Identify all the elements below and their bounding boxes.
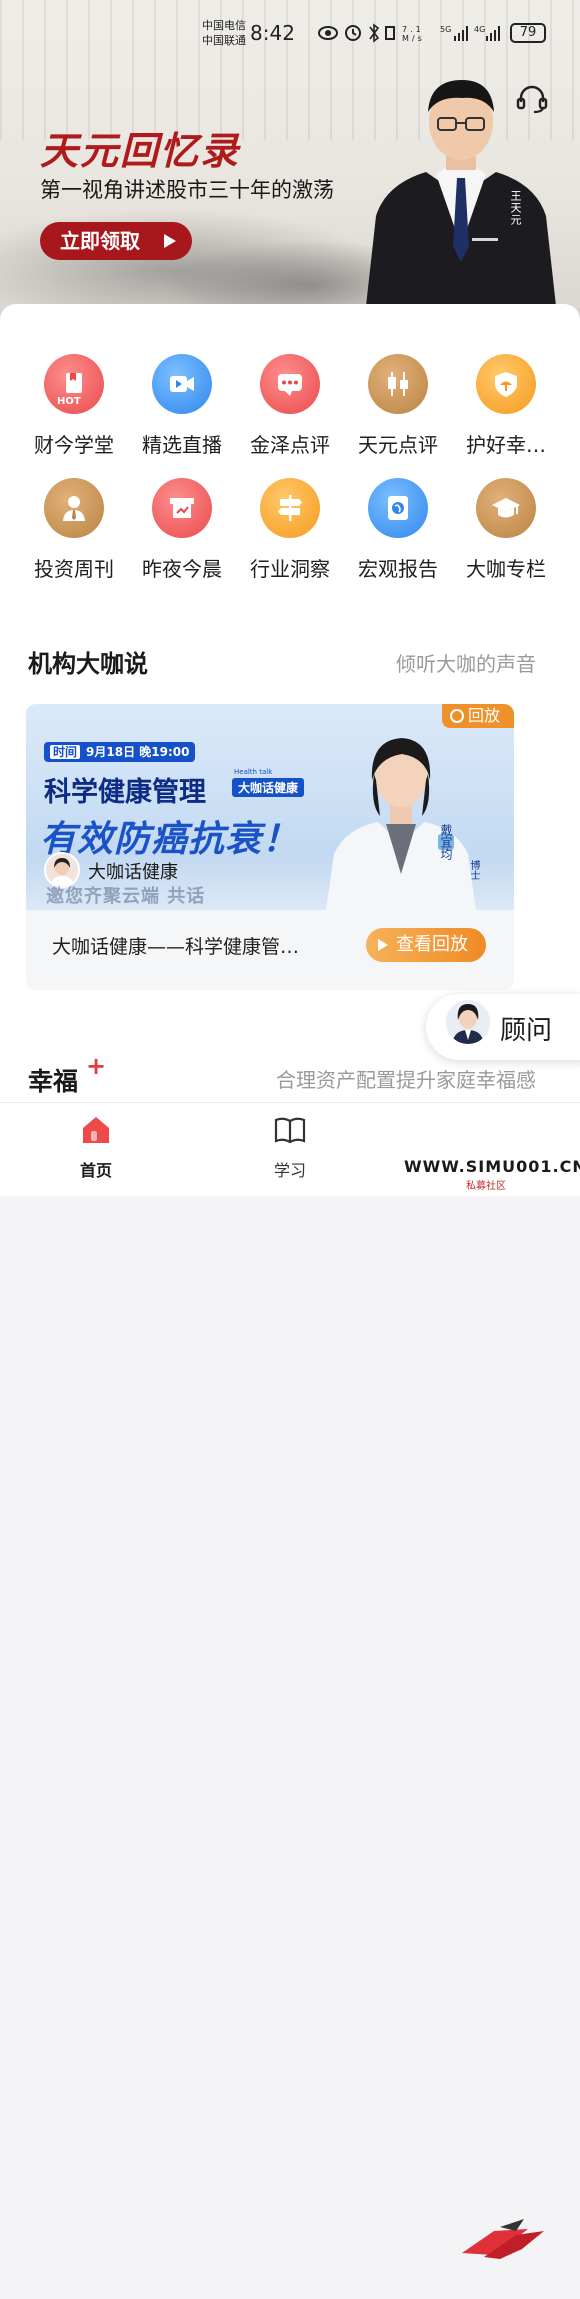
- live-replay-card[interactable]: 时间 9月18日 晚19:00 科学健康管理 Health talk 大咖话健康 …: [26, 704, 514, 990]
- category-tianyuan-review[interactable]: 天元点评: [344, 354, 452, 474]
- site-watermark-logo: [462, 2219, 544, 2259]
- banner-subtitle: 第一视角讲述股市三十年的激荡: [40, 178, 334, 202]
- svg-text:M/s: M/s: [402, 34, 425, 43]
- speaker-name: 戴宜均: [439, 824, 453, 860]
- category-macro-report[interactable]: 宏观报告: [344, 478, 452, 598]
- businessman-icon: [44, 478, 104, 538]
- promo-en: Health talk: [234, 768, 273, 776]
- candlestick-icon: [368, 354, 428, 414]
- svg-text:5G: 5G: [440, 25, 451, 34]
- category-jinze-review[interactable]: 金泽点评: [236, 354, 344, 474]
- presenter-photo: [366, 80, 556, 306]
- presenter-name: 王天元: [509, 190, 522, 226]
- category-expert-column[interactable]: 大咖专栏: [452, 478, 560, 598]
- category-investment-weekly[interactable]: 投资周刊: [20, 478, 128, 598]
- play-icon: [378, 939, 388, 951]
- live-time: 时间 9月18日 晚19:00: [44, 742, 196, 762]
- plus-icon: +: [86, 1052, 107, 1080]
- category-caijin-school[interactable]: HOT 财今学堂: [20, 354, 128, 474]
- watermark-text: WWW.SIMU001.CN: [404, 1157, 580, 1176]
- top-banner[interactable]: 中国电信 中国联通 8:42 7.1 M/s 5G 4G 79 天元回忆录 第一…: [0, 0, 580, 330]
- promo-headline: 科学健康管理: [44, 777, 206, 808]
- signal-icons: 7.1 M/s: [318, 23, 425, 43]
- host-name: 大咖话健康: [88, 862, 178, 883]
- book-icon: HOT: [44, 354, 104, 414]
- category-protect-happiness[interactable]: 护好幸…: [452, 354, 560, 474]
- live-cover-image: 时间 9月18日 晚19:00 科学健康管理 Health talk 大咖话健康 …: [26, 704, 514, 910]
- live-description: 大咖话健康——科学健康管…: [52, 936, 300, 958]
- tab-home[interactable]: 首页: [46, 1113, 146, 1181]
- umbrella-icon: [476, 354, 536, 414]
- battery-indicator: 79: [510, 23, 546, 43]
- content-card: HOT 财今学堂 精选直播 金泽点评 天元点评 护好幸… 投资周刊 昨夜今晨 行…: [0, 304, 580, 1104]
- category-industry-insight[interactable]: 行业洞察: [236, 478, 344, 598]
- signpost-icon: [260, 478, 320, 538]
- watermark-subtext: 私募社区: [466, 1181, 506, 1192]
- play-arrow-icon: [164, 234, 176, 248]
- category-last-night[interactable]: 昨夜今晨: [128, 478, 236, 598]
- faded-banner-text: 邀您齐聚云端 共话: [46, 886, 206, 907]
- advisor-avatar: [446, 1000, 490, 1044]
- happiness-title: 幸福: [28, 1067, 79, 1096]
- banner-title: 天元回忆录: [40, 128, 241, 173]
- carrier-info: 中国电信 中国联通: [202, 19, 246, 47]
- section-subtitle[interactable]: 倾听大咖的声音: [396, 648, 536, 677]
- calendar-chart-icon: [152, 478, 212, 538]
- play-circle-icon: [450, 709, 464, 723]
- svg-text:4G: 4G: [474, 25, 485, 34]
- hot-badge: HOT: [57, 396, 81, 407]
- globe-icon: [368, 478, 428, 538]
- open-book-icon: [274, 1117, 306, 1144]
- speaker-title: 博士: [468, 860, 479, 880]
- video-camera-icon: [152, 354, 212, 414]
- home-icon: [83, 1117, 109, 1143]
- speaker-photo: [326, 738, 476, 910]
- svg-text:7.1: 7.1: [402, 25, 424, 34]
- status-bar: 中国电信 中国联通 8:42 7.1 M/s 5G 4G 79: [0, 18, 580, 50]
- graduation-cap-icon: [476, 478, 536, 538]
- status-time: 8:42: [250, 21, 295, 45]
- advisor-floating-button[interactable]: 顾问: [426, 994, 580, 1060]
- status-icons: 7.1 M/s: [318, 22, 438, 48]
- view-replay-button[interactable]: 查看回放: [366, 928, 486, 962]
- promo-slogan: 有效防癌抗衰！: [40, 819, 300, 860]
- happiness-subtitle[interactable]: 合理资产配置提升家庭幸福感: [276, 1064, 536, 1093]
- chat-bubble-icon: [260, 354, 320, 414]
- category-live[interactable]: 精选直播: [128, 354, 236, 474]
- tab-learn[interactable]: 学习: [240, 1113, 340, 1181]
- section-title: 机构大咖说: [28, 650, 148, 678]
- claim-now-button[interactable]: 立即领取: [40, 222, 192, 260]
- promo-tag: 大咖话健康: [232, 778, 305, 797]
- cellular-signal-icon: 5G 4G: [440, 25, 500, 41]
- bottom-tab-bar: 首页 学习 WWW.SIMU001.CN 私募社区: [0, 1102, 580, 2259]
- replay-badge: 回放: [442, 704, 514, 728]
- advisor-label: 顾问: [500, 1016, 553, 1046]
